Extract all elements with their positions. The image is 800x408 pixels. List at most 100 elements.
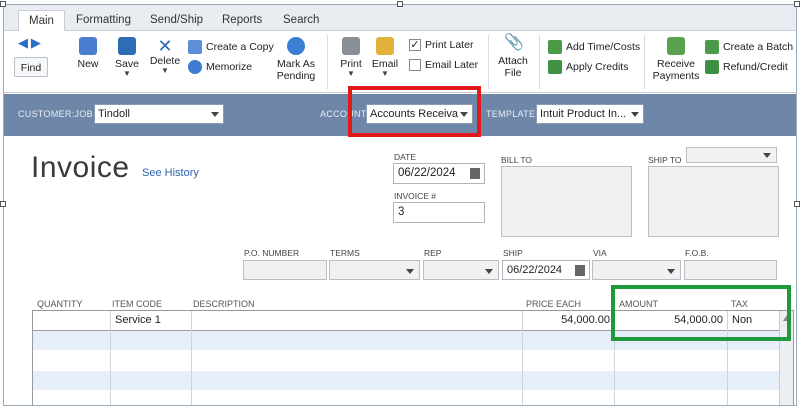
invoice-number-value: 3 (398, 206, 405, 218)
cell-quantity[interactable] (33, 311, 110, 330)
copy-icon (188, 40, 202, 54)
tab-search[interactable]: Search (283, 10, 319, 31)
checkbox-checked-icon: ✓ (409, 39, 421, 51)
tab-main[interactable]: Main (18, 10, 65, 31)
delete-x-icon: ✕ (157, 36, 173, 56)
memorize-label: Memorize (206, 61, 253, 73)
invoice-number-label: INVOICE # (394, 191, 437, 201)
bill-to-field[interactable] (501, 166, 632, 237)
refund-credit-button[interactable]: Refund/Credit (705, 60, 788, 74)
chevron-down-icon: ▼ (347, 69, 355, 78)
rep-dropdown[interactable] (423, 260, 499, 280)
resize-handle-mid-left[interactable] (0, 201, 6, 207)
ship-to-dropdown[interactable] (686, 147, 777, 163)
back-arrow-icon[interactable]: ◀ (18, 35, 28, 50)
forward-arrow-icon[interactable]: ▶ (31, 35, 41, 50)
via-dropdown[interactable] (592, 260, 681, 280)
cell-price-each[interactable]: 54,000.00 (523, 311, 614, 330)
print-later-label: Print Later (425, 39, 474, 51)
page-title: Invoice (31, 151, 130, 184)
chevron-down-icon (211, 112, 219, 117)
resize-handle-mid-right[interactable] (794, 201, 800, 207)
rep-label: REP (424, 248, 442, 258)
see-history-link[interactable]: See History (142, 167, 199, 179)
amount-tax-highlight-box (611, 285, 791, 341)
column-divider (191, 311, 192, 405)
col-header-quantity[interactable]: QUANTITY (37, 299, 83, 309)
date-field[interactable]: 06/22/2024 (393, 163, 485, 184)
template-dropdown[interactable]: Intuit Product In... (536, 104, 644, 124)
memorize-button[interactable]: Memorize (188, 60, 252, 74)
bill-to-label: BILL TO (501, 155, 533, 165)
cell-description[interactable] (192, 311, 522, 330)
apply-credits-label: Apply Credits (566, 61, 629, 73)
calendar-icon[interactable] (575, 265, 585, 276)
add-time-costs-button[interactable]: Add Time/Costs (548, 40, 640, 54)
via-label: VIA (593, 248, 607, 258)
attach-file-button[interactable]: 📎 Attach File (496, 35, 530, 80)
column-divider (522, 311, 523, 405)
save-button[interactable]: Save ▼ (112, 37, 142, 78)
ship-date-label: SHIP (503, 248, 523, 258)
time-costs-icon (548, 40, 562, 54)
payment-icon (667, 37, 685, 55)
create-batch-label: Create a Batch (723, 41, 794, 53)
terms-dropdown[interactable] (329, 260, 420, 280)
new-button[interactable]: New (74, 37, 102, 70)
calendar-icon[interactable] (470, 168, 480, 179)
email-later-checkbox[interactable]: Email Later (409, 59, 478, 71)
column-divider (110, 311, 111, 405)
fob-field[interactable] (684, 260, 777, 280)
pending-check-icon (287, 37, 305, 55)
ship-to-field[interactable] (648, 166, 779, 237)
date-value: 06/22/2024 (398, 167, 456, 179)
date-label: DATE (394, 152, 417, 162)
chevron-down-icon: ▼ (381, 69, 389, 78)
apply-credits-button[interactable]: Apply Credits (548, 60, 628, 74)
email-button[interactable]: Email ▼ (370, 37, 400, 78)
resize-handle-top-mid[interactable] (397, 1, 403, 7)
customer-job-dropdown[interactable]: Tindoll (94, 104, 224, 124)
toolbar-divider (327, 35, 328, 89)
col-header-description[interactable]: DESCRIPTION (193, 299, 255, 309)
account-highlight-box (348, 86, 481, 137)
find-button[interactable]: Find (14, 57, 48, 77)
mark-as-pending-button[interactable]: Mark As Pending (274, 37, 318, 82)
print-button[interactable]: Print ▼ (336, 37, 366, 78)
create-copy-button[interactable]: Create a Copy (188, 40, 274, 54)
table-row[interactable] (33, 371, 793, 390)
resize-handle-top-right[interactable] (794, 1, 800, 7)
receive-payments-button[interactable]: Receive Payments (651, 37, 701, 82)
resize-handle-top-left[interactable] (0, 1, 6, 7)
toolbar-divider (488, 35, 489, 89)
refund-credit-label: Refund/Credit (723, 61, 788, 73)
invoice-number-field[interactable]: 3 (393, 202, 485, 223)
delete-button[interactable]: ✕ Delete ▼ (148, 37, 182, 75)
template-value: Intuit Product In... (540, 108, 627, 120)
table-row[interactable] (33, 351, 793, 370)
col-header-price-each[interactable]: PRICE EACH (526, 299, 581, 309)
tab-reports[interactable]: Reports (222, 10, 262, 31)
template-label: TEMPLATE (486, 109, 536, 119)
tab-send-ship[interactable]: Send/Ship (150, 10, 203, 31)
new-document-icon (79, 37, 97, 55)
new-button-label: New (77, 58, 99, 70)
refund-icon (705, 60, 719, 74)
table-row[interactable] (33, 391, 793, 405)
print-later-checkbox[interactable]: ✓ Print Later (409, 39, 473, 51)
save-disk-icon (118, 37, 136, 55)
chevron-down-icon (667, 269, 675, 274)
toolbar: ◀ ▶ Find New Save ▼ ✕ Delete ▼ Create a … (4, 31, 796, 93)
create-batch-button[interactable]: Create a Batch (705, 40, 793, 54)
col-header-item-code[interactable]: ITEM CODE (112, 299, 162, 309)
cell-item-code[interactable]: Service 1 (111, 311, 191, 330)
receive-label-2: Payments (652, 70, 700, 82)
email-later-label: Email Later (425, 59, 479, 71)
chevron-down-icon: ▼ (161, 66, 169, 75)
tab-formatting[interactable]: Formatting (76, 10, 131, 31)
po-number-field[interactable] (243, 260, 327, 280)
customer-job-value: Tindoll (98, 108, 130, 120)
ship-date-field[interactable]: 06/22/2024 (502, 260, 590, 280)
terms-label: TERMS (330, 248, 360, 258)
batch-icon (705, 40, 719, 54)
